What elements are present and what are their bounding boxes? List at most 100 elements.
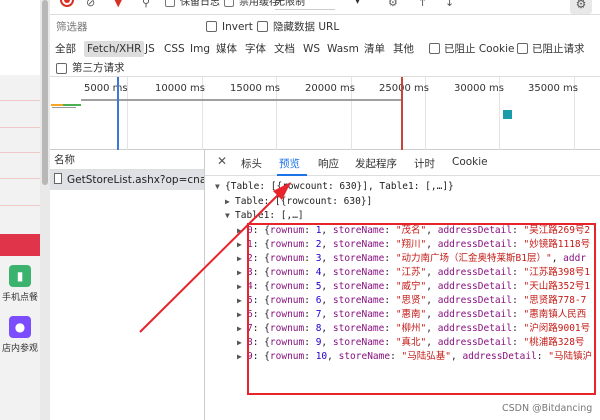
name-column-header[interactable]: 名称 xyxy=(50,150,204,170)
type-filter-other[interactable]: 其他 xyxy=(390,41,417,57)
annotation-highlight-box xyxy=(247,223,596,395)
active-tab-indicator xyxy=(277,174,307,176)
request-bar-download xyxy=(63,104,81,106)
type-filter-media[interactable]: 媒体 xyxy=(213,41,240,57)
preserve-log-label: 保留日志 xyxy=(180,0,220,8)
type-filter-css[interactable]: CSS xyxy=(161,41,188,57)
site-divider xyxy=(0,178,40,179)
tab-headers[interactable]: 标头 xyxy=(241,156,262,171)
timeline-tick-label: 20000 ms xyxy=(305,83,355,94)
detail-tabs: ✕ 标头 预览 响应 发起程序 计时 Cookie xyxy=(205,150,600,176)
timeline-tick-label: 15000 ms xyxy=(230,83,280,94)
tree-node-table1[interactable]: ▼ Table1: [,…] xyxy=(225,209,304,222)
blocked-requests-checkbox[interactable] xyxy=(517,43,528,54)
hide-data-urls-checkbox[interactable] xyxy=(257,21,268,32)
type-filter-wasm[interactable]: Wasm xyxy=(324,41,362,57)
tree-node-table[interactable]: ▶ Table: [{rowcount: 630}] xyxy=(225,195,372,208)
record-button[interactable] xyxy=(60,0,74,7)
type-filter-font[interactable]: 字体 xyxy=(242,41,269,57)
triangle-right-icon: ▶ xyxy=(237,352,242,361)
site-item-store-visit[interactable]: ● 店内参观 xyxy=(0,316,40,354)
invert-checkbox[interactable] xyxy=(206,21,217,32)
preserve-log-checkbox[interactable] xyxy=(165,0,175,7)
watermark: CSDN @Bitdancing xyxy=(502,403,593,414)
search-icon[interactable]: ⚲ xyxy=(142,0,150,10)
tree-node-text: Table: [{rowcount: 630}] xyxy=(235,196,373,207)
timeline-tick-label: 10000 ms xyxy=(155,83,205,94)
timeline-tick-label: 35000 ms xyxy=(528,83,578,94)
type-filter-img[interactable]: Img xyxy=(187,41,213,57)
tree-root-text: {Table: [{rowcount: 630}], Table1: [,…]} xyxy=(225,181,454,192)
request-name-column: 名称 GetStoreList.ashx?op=cname xyxy=(50,150,205,420)
dom-content-loaded-marker xyxy=(117,77,119,150)
request-bar-waiting xyxy=(51,104,63,106)
disable-cache-checkbox[interactable] xyxy=(224,0,234,7)
type-filter-ws[interactable]: WS xyxy=(300,41,323,57)
triangle-right-icon: ▶ xyxy=(237,268,242,277)
tab-timing[interactable]: 计时 xyxy=(414,156,435,171)
invert-label: Invert xyxy=(222,21,253,33)
site-divider xyxy=(0,205,40,206)
settings-gear-icon[interactable]: ⚙ xyxy=(570,0,592,14)
type-filter-all[interactable]: 全部 xyxy=(52,41,79,57)
third-party-label: 第三方请求 xyxy=(72,62,125,74)
hide-data-urls-label: 隐藏数据 URL xyxy=(273,21,340,33)
load-event-marker xyxy=(401,77,403,150)
tab-response[interactable]: 响应 xyxy=(318,156,339,171)
site-promo-bar[interactable] xyxy=(0,234,40,256)
blocked-cookies-checkbox[interactable] xyxy=(429,43,440,54)
third-party-checkbox[interactable] xyxy=(56,63,67,74)
site-item-phone-order[interactable]: ▮ 手机点餐 xyxy=(0,265,40,303)
type-filter-js[interactable]: JS xyxy=(142,41,158,57)
site-divider xyxy=(0,100,40,101)
group-icon: ● xyxy=(9,316,31,338)
triangle-right-icon: ▶ xyxy=(237,338,242,347)
filter-row: Invert 隐藏数据 URL xyxy=(50,15,600,39)
tab-cookies[interactable]: Cookie xyxy=(452,156,488,168)
tree-root[interactable]: ▼ {Table: [{rowcount: 630}], Table1: [,…]… xyxy=(215,180,454,193)
triangle-right-icon: ▶ xyxy=(237,310,242,319)
triangle-down-icon: ▼ xyxy=(225,211,230,220)
site-item-label: 店内参观 xyxy=(1,344,38,354)
type-filter-doc[interactable]: 文档 xyxy=(271,41,298,57)
triangle-down-icon: ▼ xyxy=(215,182,220,191)
timeline-tick-label: 5000 ms xyxy=(84,83,128,94)
site-header-area xyxy=(0,0,40,75)
document-icon xyxy=(54,173,62,184)
blocked-cookies-label: 已阻止 Cookie xyxy=(444,43,515,55)
request-bar-long xyxy=(81,99,402,101)
network-overview-timeline[interactable]: 5000 ms 10000 ms 15000 ms 20000 ms 25000… xyxy=(50,77,600,150)
timeline-tick-label: 25000 ms xyxy=(379,83,429,94)
screenshot: ▮ 手机点餐 ● 店内参观 ⊘ ▼ ⚲ 保留日志 禁用缓存 无限制 ▾ ⚙ ↑ … xyxy=(0,0,600,420)
chevron-down-icon[interactable]: ▾ xyxy=(355,0,360,7)
triangle-right-icon: ▶ xyxy=(237,296,242,305)
network-toolbar: ⊘ ▼ ⚲ 保留日志 禁用缓存 无限制 ▾ ⚙ ↑ ↓ ⚙ xyxy=(50,0,600,15)
triangle-right-icon: ▶ xyxy=(225,197,230,206)
type-filter-manifest[interactable]: 清单 xyxy=(361,41,388,57)
filter-input[interactable] xyxy=(54,18,194,36)
export-har-icon[interactable]: ↓ xyxy=(445,0,454,10)
page-scrollbar-thumb[interactable] xyxy=(42,0,48,185)
resource-type-filters: 全部 Fetch/XHR JS CSS Img 媒体 字体 文档 WS Wasm… xyxy=(50,39,600,59)
triangle-right-icon: ▶ xyxy=(237,240,242,249)
network-conditions-icon[interactable]: ⚙ xyxy=(388,0,398,10)
clear-icon[interactable]: ⊘ xyxy=(86,0,95,10)
import-har-icon[interactable]: ↑ xyxy=(418,0,427,10)
blocked-requests-label: 已阻止请求 xyxy=(532,43,585,55)
site-divider xyxy=(0,127,40,128)
tree-node-text: Table1: [,…] xyxy=(235,210,304,221)
request-name: GetStoreList.ashx?op=cname xyxy=(67,174,204,186)
tab-preview[interactable]: 预览 xyxy=(279,156,300,171)
type-filter-fetch-xhr[interactable]: Fetch/XHR xyxy=(84,41,145,57)
website-sidebar: ▮ 手机点餐 ● 店内参观 xyxy=(0,0,50,420)
site-divider xyxy=(0,152,40,153)
throttling-select[interactable]: 无限制 xyxy=(275,0,335,10)
filter-icon[interactable]: ▼ xyxy=(114,0,122,10)
request-row[interactable]: GetStoreList.ashx?op=cname xyxy=(50,170,204,190)
request-bar xyxy=(52,107,76,108)
phone-icon: ▮ xyxy=(9,265,31,287)
close-icon[interactable]: ✕ xyxy=(217,154,227,168)
disable-cache-label: 禁用缓存 xyxy=(239,0,279,8)
triangle-right-icon: ▶ xyxy=(237,226,242,235)
tab-initiator[interactable]: 发起程序 xyxy=(355,156,397,171)
